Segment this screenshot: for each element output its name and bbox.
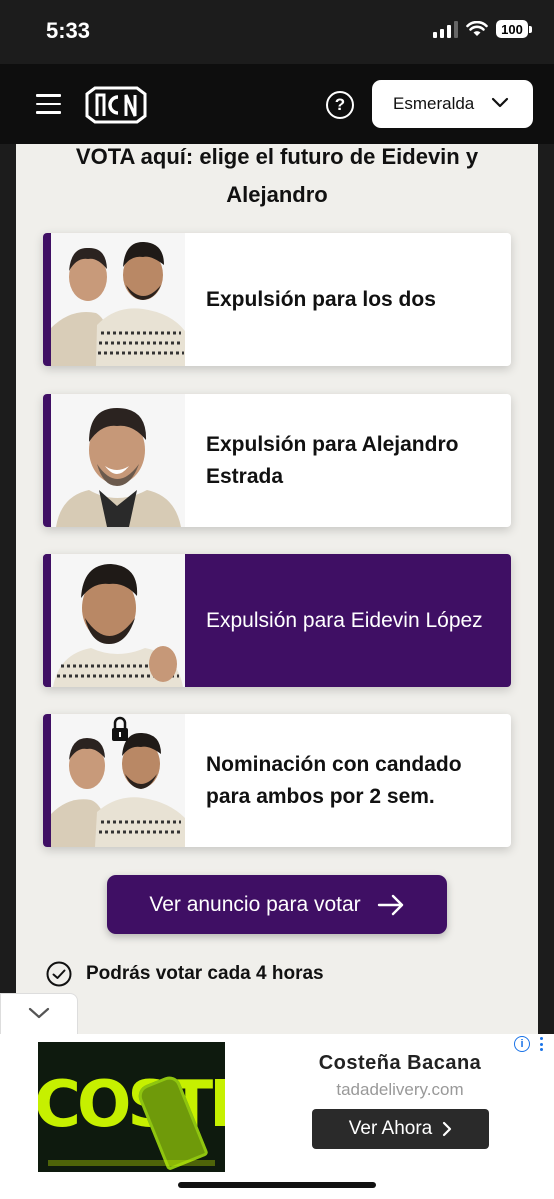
vote-option-label: Expulsión para Eidevin López <box>206 608 483 632</box>
region-select-value: Esmeralda <box>393 94 475 113</box>
help-icon[interactable]: ? <box>326 91 354 119</box>
home-indicator[interactable] <box>178 1182 376 1188</box>
cta-label: Ver anuncio para votar <box>149 892 361 916</box>
vote-frequency-info: Podrás votar cada 4 horas <box>46 961 324 987</box>
card-accent-bar <box>43 394 51 527</box>
ad-collapse-button[interactable] <box>0 993 78 1034</box>
chevron-right-icon <box>443 1121 452 1137</box>
chevron-down-icon <box>491 97 509 108</box>
canal-rcn-logo[interactable] <box>85 86 147 124</box>
region-select[interactable]: Esmeralda <box>372 80 533 128</box>
vote-option-label: Expulsión para los dos <box>206 287 436 311</box>
vote-title-line-1: VOTA aquí: elige el futuro de Eidevin y <box>75 144 479 169</box>
vote-option-nomination-lock[interactable]: Nominación con candado para ambos por 2 … <box>43 714 511 847</box>
ad-info-icon[interactable]: i <box>514 1036 530 1052</box>
vote-option-eidevin-expelled[interactable]: Expulsión para Eidevin López <box>43 554 511 687</box>
status-time: 5:33 <box>46 18 91 43</box>
ad-more-options-icon[interactable] <box>540 1037 544 1054</box>
ad-cta-label: Ver Ahora <box>348 1118 433 1139</box>
arrow-right-icon <box>377 894 403 915</box>
cellular-signal-icon <box>433 20 458 38</box>
status-icons: 100 <box>433 20 532 38</box>
vote-option-alejandro-expelled[interactable]: Expulsión para Alejandro Estrada <box>43 394 511 527</box>
ad-banner: COSTEÑA Costeña Bacana tadadelivery.com … <box>0 1034 554 1179</box>
eidevin-photo <box>51 554 185 687</box>
status-bar: 5:33 100 <box>0 0 554 64</box>
vote-panel: VOTA aquí: elige el futuro de Eidevin y … <box>16 144 538 1034</box>
lock-icon <box>112 716 128 741</box>
ad-cta-button[interactable]: Ver Ahora <box>312 1109 489 1149</box>
site-header: ? Esmeralda <box>0 64 554 144</box>
battery-icon: 100 <box>496 20 532 38</box>
ad-url: tadadelivery.com <box>336 1080 464 1099</box>
ad-image[interactable]: COSTEÑA <box>38 1042 225 1172</box>
contestants-duo-photo <box>51 233 185 366</box>
chevron-down-icon <box>28 1007 50 1019</box>
alejandro-photo <box>51 394 185 527</box>
vote-option-both-expelled[interactable]: Expulsión para los dos <box>43 233 511 366</box>
check-circle-icon <box>46 961 72 987</box>
watch-ad-to-vote-button[interactable]: Ver anuncio para votar <box>107 875 447 934</box>
battery-level: 100 <box>496 20 528 38</box>
vote-option-label: Nominación con candado para ambos por 2 … <box>206 752 462 808</box>
wifi-icon <box>466 21 488 36</box>
vote-title: VOTA aquí: elige el futuro de Eidevin y … <box>16 144 538 214</box>
menu-icon[interactable] <box>36 94 61 114</box>
ad-fine-print <box>48 1160 215 1166</box>
card-accent-bar <box>43 714 51 847</box>
vote-option-label: Expulsión para Alejandro Estrada <box>206 432 459 488</box>
vote-frequency-text: Podrás votar cada 4 horas <box>86 963 324 984</box>
ad-title: Costeña Bacana <box>318 1052 482 1074</box>
card-accent-bar <box>43 233 51 366</box>
card-accent-bar <box>43 554 51 687</box>
vote-title-line-2: Alejandro <box>226 182 328 207</box>
